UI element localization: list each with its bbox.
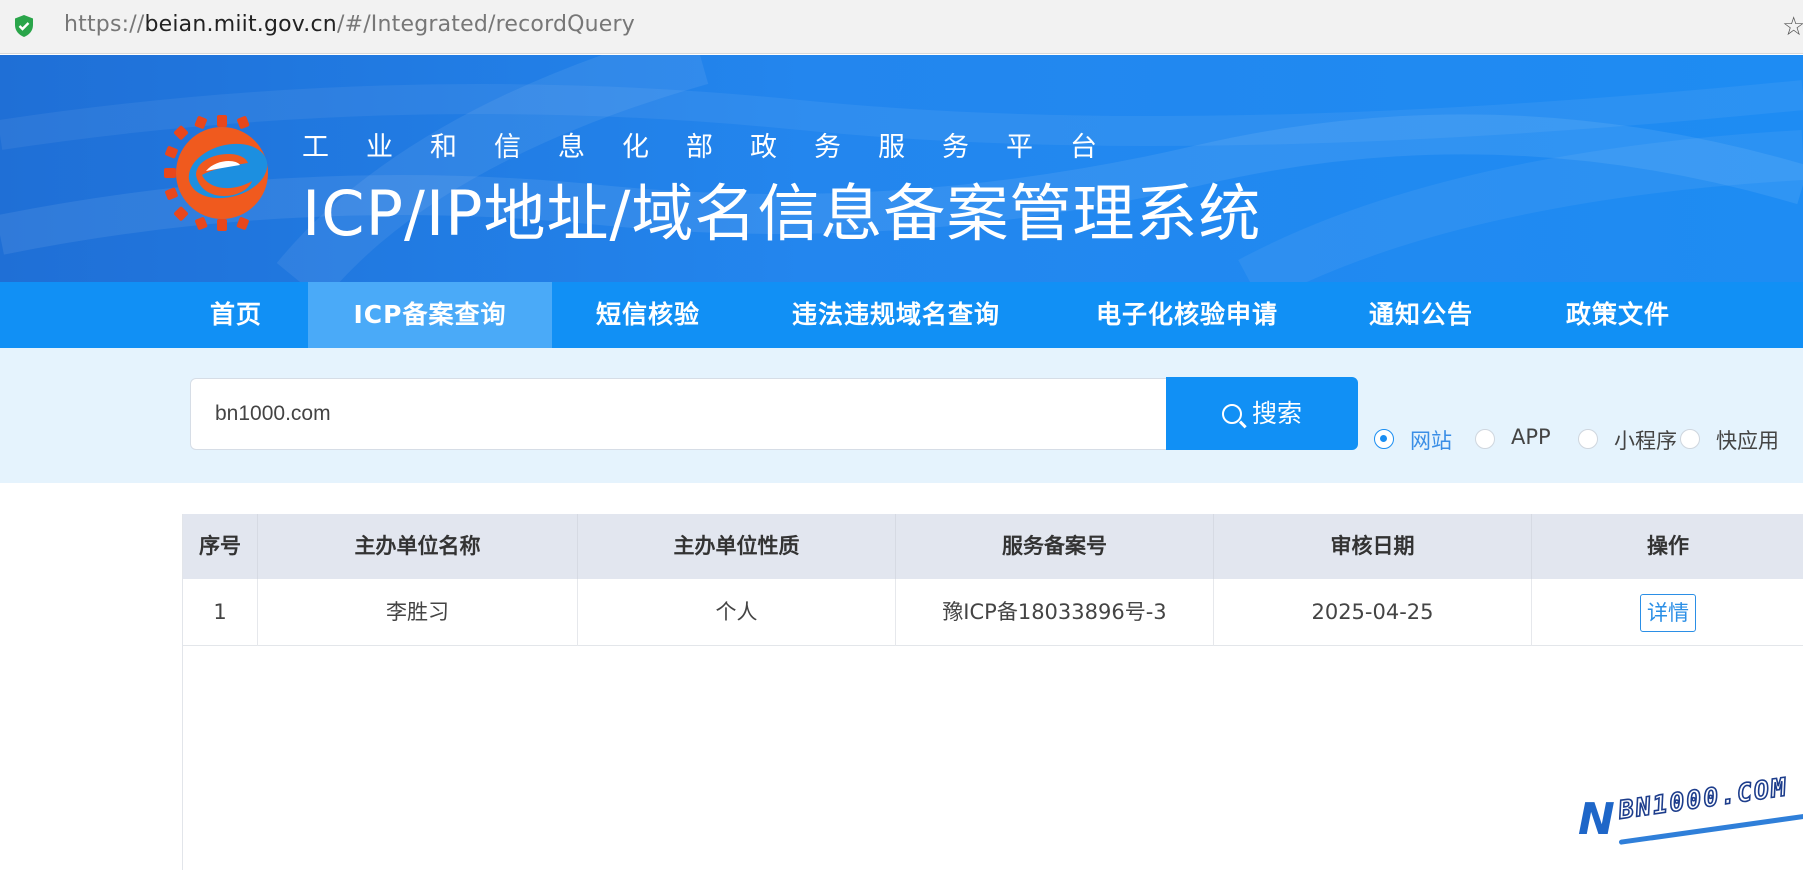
- search-area: bn1000.com 搜索 网站 APP 小程序 快应用: [0, 348, 1803, 483]
- site-subtitle: 工业和信息化部政务服务平台: [302, 132, 1134, 163]
- url-path: /#/Integrated/recordQuery: [336, 12, 635, 37]
- shield-check-icon: [15, 15, 33, 37]
- column-header: 主办单位名称: [258, 514, 578, 579]
- radio-label: 网站: [1410, 429, 1452, 453]
- header-banner: 工业和信息化部政务服务平台 ICP/IP地址/域名信息备案管理系统: [0, 55, 1803, 282]
- url-host: beian.miit.gov.cn: [144, 12, 337, 37]
- radio-mini-program[interactable]: 小程序: [1578, 424, 1678, 454]
- nav-item-icp-query[interactable]: ICP备案查询: [308, 282, 552, 348]
- radio-dot: [1680, 429, 1700, 449]
- results-table: 序号 主办单位名称 主办单位性质 服务备案号 审核日期 操作 1 李胜习 个人 …: [182, 514, 1803, 870]
- url-text[interactable]: https://beian.miit.gov.cn/#/Integrated/r…: [64, 12, 635, 37]
- main-nav: 首页 ICP备案查询 短信核验 违法违规域名查询 电子化核验申请 通知公告 政策…: [0, 282, 1803, 348]
- radio-dot: [1578, 429, 1598, 449]
- radio-label: 快应用: [1716, 429, 1779, 453]
- radio-website[interactable]: 网站: [1374, 424, 1474, 454]
- site-title: ICP/IP地址/域名信息备案管理系统: [302, 177, 1262, 250]
- radio-dot: [1374, 429, 1394, 449]
- column-header: 主办单位性质: [578, 514, 896, 579]
- cell-org-name: 李胜习: [258, 579, 578, 646]
- search-button[interactable]: 搜索: [1166, 377, 1358, 450]
- star-icon[interactable]: ☆: [1782, 12, 1803, 42]
- nav-item-home[interactable]: 首页: [186, 282, 286, 348]
- column-header: 操作: [1647, 534, 1689, 558]
- table-header: 序号 主办单位名称 主办单位性质 服务备案号 审核日期 操作: [183, 514, 1803, 579]
- search-input[interactable]: bn1000.com: [190, 378, 1167, 450]
- nav-item-notices[interactable]: 通知公告: [1358, 282, 1484, 348]
- column-header: 序号: [183, 514, 258, 579]
- radio-label: 小程序: [1614, 429, 1677, 453]
- search-icon: [1221, 404, 1242, 424]
- detail-button[interactable]: 详情: [1640, 594, 1696, 632]
- table-row: 1 李胜习 个人 豫ICP备18033896号-3 2025-04-25 详情: [183, 579, 1803, 646]
- nav-item-illegal-domain[interactable]: 违法违规域名查询: [776, 282, 1016, 348]
- radio-dot: [1475, 429, 1495, 449]
- cell-review-date: 2025-04-25: [1214, 579, 1532, 646]
- nav-item-policy[interactable]: 政策文件: [1548, 282, 1688, 348]
- watermark-letter: N: [1578, 794, 1615, 845]
- column-header: 服务备案号: [896, 514, 1214, 579]
- column-header: 审核日期: [1214, 514, 1532, 579]
- radio-label: APP: [1511, 425, 1551, 449]
- browser-url-bar[interactable]: https://beian.miit.gov.cn/#/Integrated/r…: [0, 0, 1803, 54]
- search-button-label: 搜索: [1251, 399, 1302, 428]
- cell-org-type: 个人: [578, 579, 896, 646]
- nav-item-sms-verify[interactable]: 短信核验: [580, 282, 716, 348]
- cell-index: 1: [183, 579, 258, 646]
- radio-app[interactable]: APP: [1475, 424, 1565, 454]
- nav-item-e-verify[interactable]: 电子化核验申请: [1080, 282, 1294, 348]
- radio-quick-app[interactable]: 快应用: [1680, 424, 1780, 454]
- logo-e-gear-icon: [164, 115, 268, 231]
- cell-record-no: 豫ICP备18033896号-3: [896, 579, 1214, 646]
- url-scheme: https://: [64, 12, 145, 37]
- cell-action: 详情: [1532, 579, 1803, 646]
